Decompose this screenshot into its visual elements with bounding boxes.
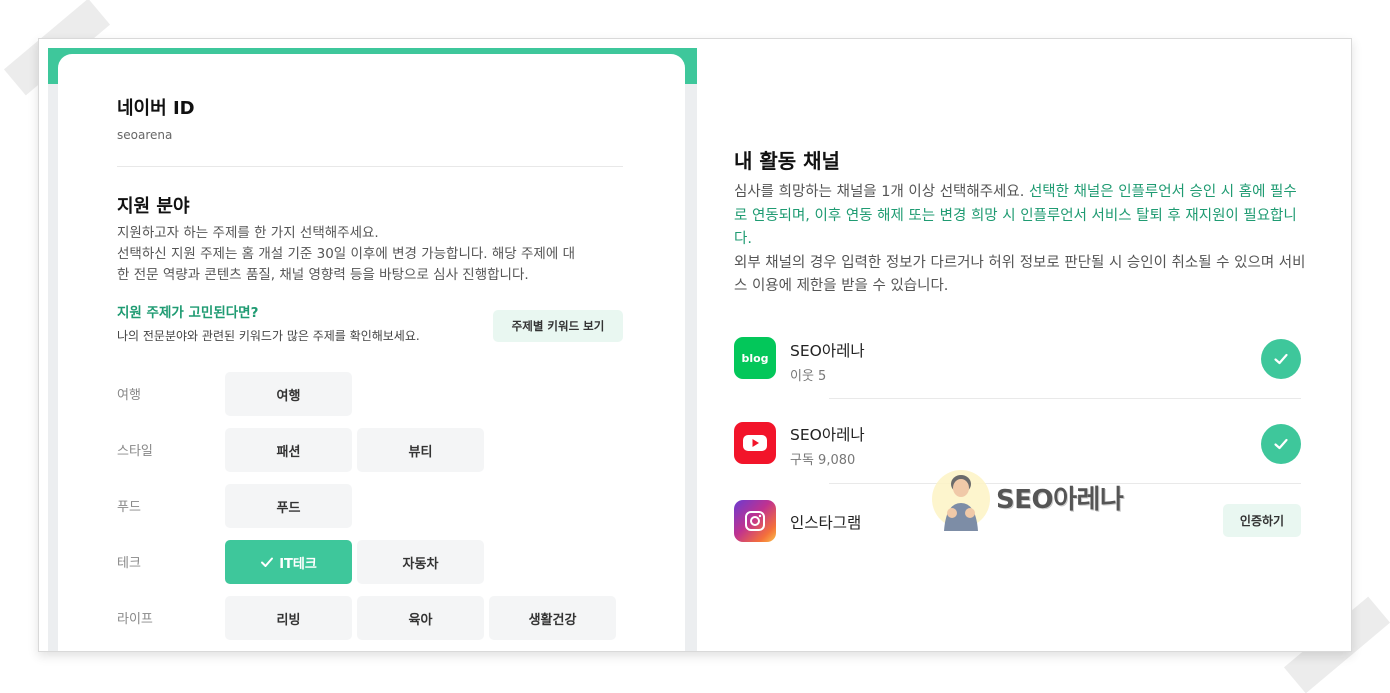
youtube-icon [734,422,776,464]
channel-name-instagram: 인스타그램 [790,514,862,532]
channels-description-text: 외부 채널의 경우 입력한 정보가 다르거나 허위 정보로 판단될 시 승인이 … [734,254,1306,295]
field-description-line: 지원하고자 하는 주제를 한 가지 선택해주세요. [117,225,379,241]
category-label-food: 푸드 [117,500,141,515]
category-label-life: 라이프 [117,612,153,627]
topic-hint-title: 지원 주제가 고민된다면? [117,305,259,321]
category-label-style: 스타일 [117,444,153,459]
youtube-play-icon [743,435,767,451]
category-label-tech: 테크 [117,556,141,571]
field-section-title: 지원 분야 [117,196,190,217]
field-description-line: 선택하신 지원 주제는 홈 개설 기준 30일 이후에 변경 가능합니다. 해당… [117,246,575,262]
keyword-by-topic-button[interactable]: 주제별 키워드 보기 [493,310,623,342]
naver-id-title: 네이버 ID [117,98,195,119]
topic-chip-it-tech[interactable]: IT테크 [225,540,352,584]
channel-name-blog: SEO아레나 [790,342,865,360]
field-description-line: 한 전문 역량과 콘텐츠 품질, 채널 영향력 등을 바탕으로 심사 진행합니다… [117,267,529,283]
topic-hint-description: 나의 전문분야와 관련된 키워드가 많은 주제를 확인해보세요. [117,329,420,343]
channel-sub-youtube: 구독 9,080 [790,453,856,468]
naver-id-value: seoarena [117,128,173,142]
category-label-travel: 여행 [117,388,141,403]
channels-description-text: 심사를 희망하는 채널을 1개 이상 선택해주세요. [734,184,1029,200]
divider [117,166,623,167]
blog-connected-check-button[interactable] [1261,339,1301,379]
channels-description: 심사를 희망하는 채널을 1개 이상 선택해주세요. 선택한 채널은 인플루언서… [734,181,1309,299]
topic-chip-health[interactable]: 생활건강 [489,596,616,640]
topic-chip-parenting[interactable]: 육아 [357,596,484,640]
screenshot-frame: 네이버 ID seoarena 지원 분야 지원하고자 하는 주제를 한 가지 … [38,38,1352,652]
check-icon [261,557,274,567]
topic-chip-car[interactable]: 자동차 [357,540,484,584]
topic-chip-food[interactable]: 푸드 [225,484,352,528]
instagram-icon [734,500,776,542]
topic-chip-living[interactable]: 리빙 [225,596,352,640]
topic-chip-travel[interactable]: 여행 [225,372,352,416]
topic-chip-fashion[interactable]: 패션 [225,428,352,472]
field-description: 지원하고자 하는 주제를 한 가지 선택해주세요. 선택하신 지원 주제는 홈 … [117,223,617,286]
instagram-camera-icon [745,511,765,531]
topic-chip-label: IT테크 [279,556,317,572]
check-icon [1274,353,1288,365]
channel-divider [829,398,1301,399]
topic-chip-beauty[interactable]: 뷰티 [357,428,484,472]
channel-sub-blog: 이웃 5 [790,369,827,384]
watermark-text: SEO아레나 [996,485,1124,515]
channels-title: 내 활동 채널 [734,149,840,173]
instagram-verify-button[interactable]: 인증하기 [1223,504,1301,537]
blog-icon: blog [734,337,776,379]
channel-name-youtube: SEO아레나 [790,426,865,444]
watermark-avatar-icon [932,470,990,531]
check-icon [1274,438,1288,450]
youtube-connected-check-button[interactable] [1261,424,1301,464]
